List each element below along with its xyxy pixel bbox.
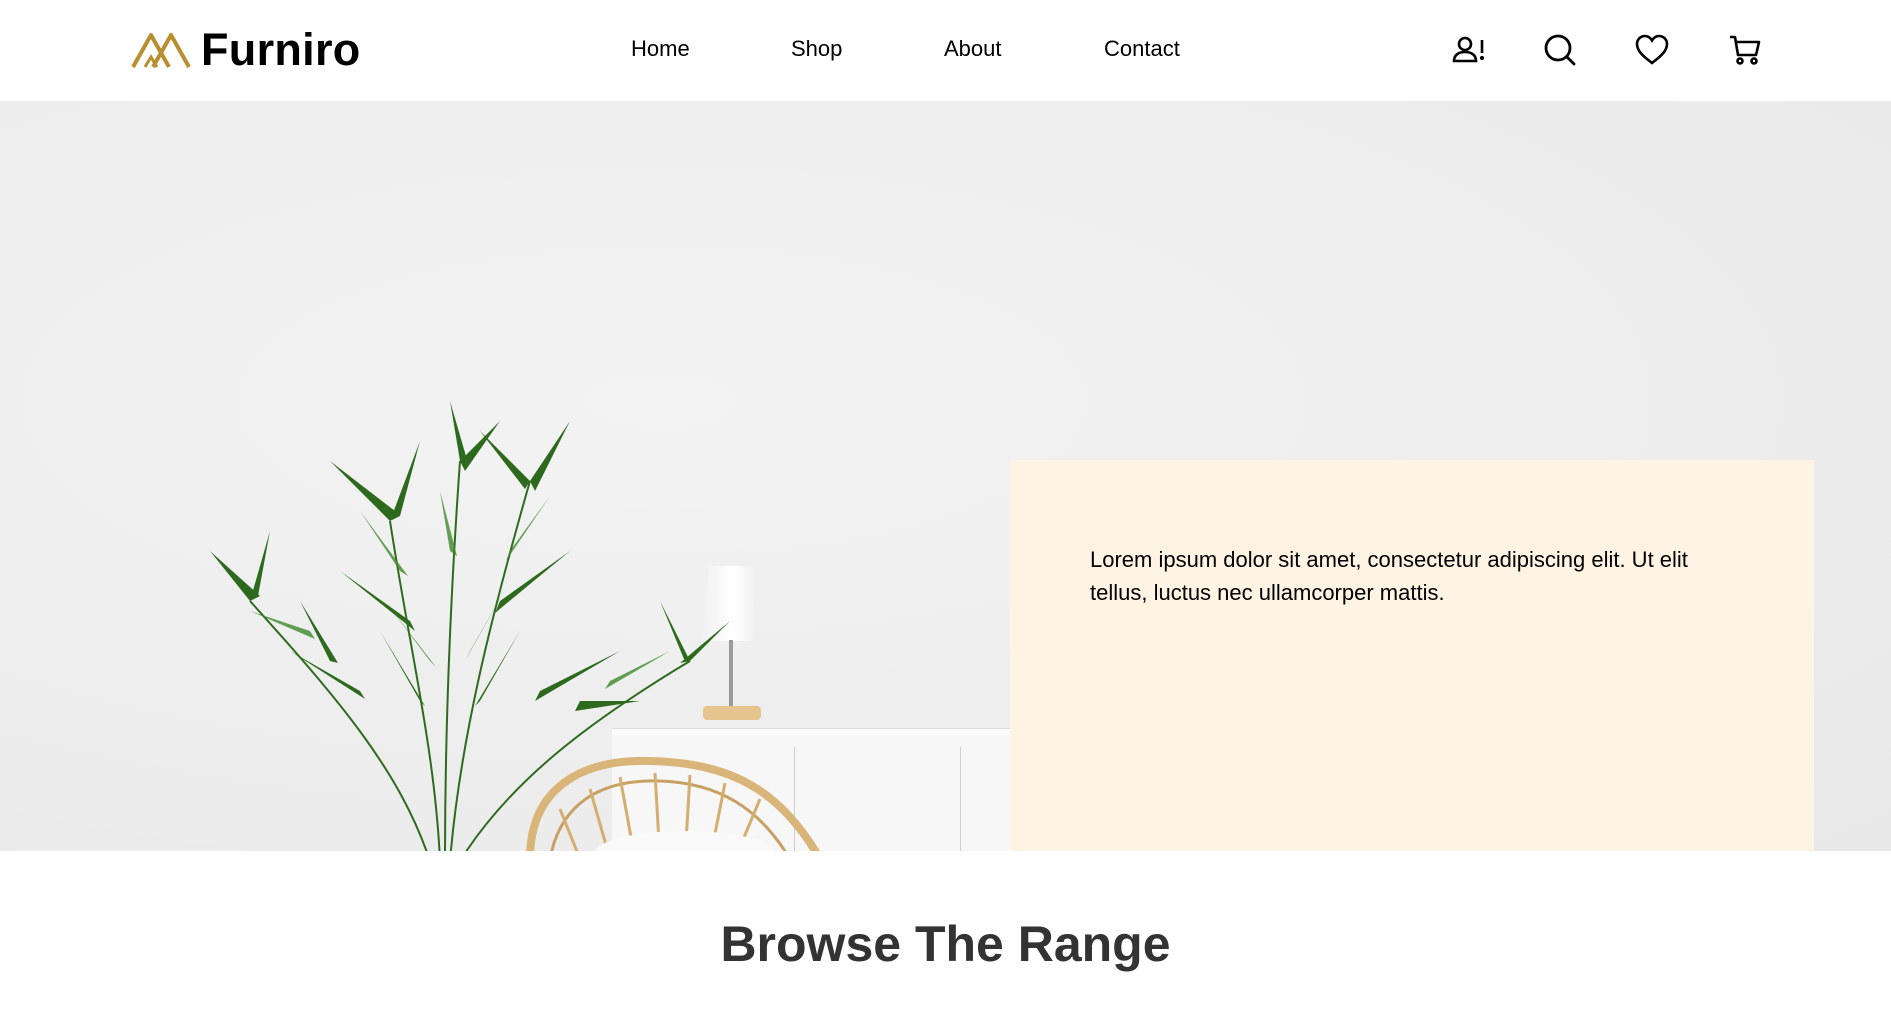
nav-shop-link[interactable]: Shop: [791, 36, 842, 62]
browse-range-heading: Browse The Range: [720, 916, 1171, 972]
rattan-chair-image: [526, 756, 820, 851]
nav-home-link[interactable]: Home: [631, 36, 690, 62]
account-alert-icon[interactable]: [1449, 30, 1489, 70]
hero-info-card: Lorem ipsum dolor sit amet, consectetur …: [1010, 460, 1814, 851]
nav-contact-link[interactable]: Contact: [1104, 36, 1180, 62]
hero-card-text: Lorem ipsum dolor sit amet, consectetur …: [1090, 547, 1688, 605]
heart-icon[interactable]: [1632, 30, 1672, 70]
main-nav: Home Shop About Contact: [0, 36, 1891, 66]
search-icon[interactable]: [1540, 30, 1580, 70]
site-header: Furniro Home Shop About Contact: [0, 0, 1891, 101]
hero-banner: Lorem ipsum dolor sit amet, consectetur …: [0, 101, 1891, 851]
cart-icon[interactable]: [1725, 30, 1765, 70]
nav-about-link[interactable]: About: [944, 36, 1002, 62]
